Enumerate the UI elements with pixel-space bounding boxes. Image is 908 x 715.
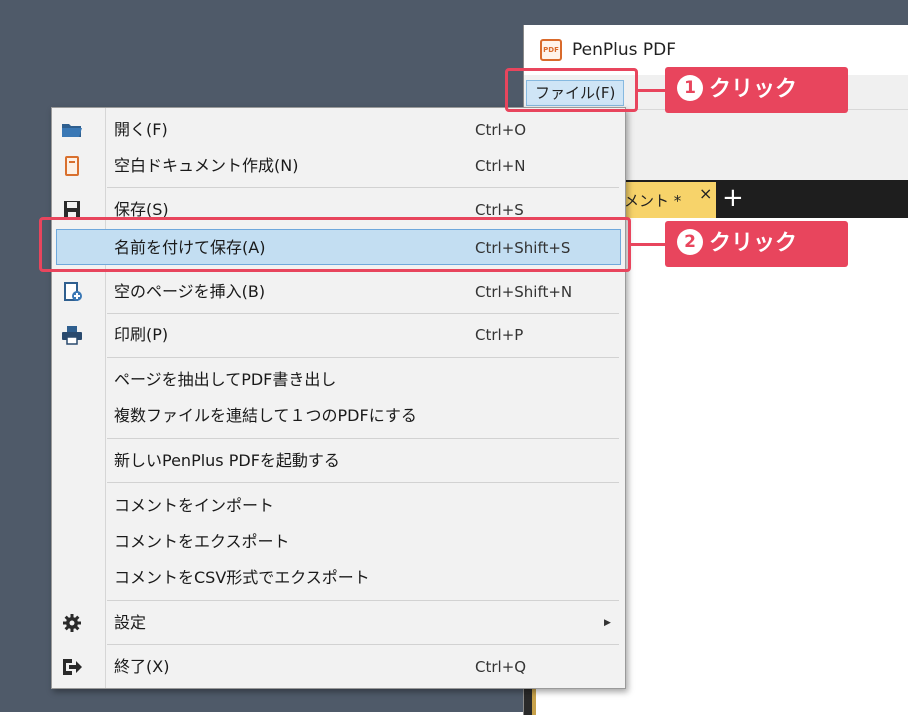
menu-item-open[interactable]: 開く(F) Ctrl+O (52, 112, 625, 148)
menu-item-launch-new[interactable]: 新しいPenPlus PDFを起動する (52, 443, 625, 479)
menu-item-shortcut: Ctrl+Shift+N (475, 283, 573, 301)
menu-item-label: 空白ドキュメント作成(N) (114, 156, 299, 175)
step2-callout: 2 クリック (665, 221, 848, 267)
menu-separator (107, 357, 619, 358)
insert-page-icon (61, 282, 83, 302)
exit-icon (61, 657, 83, 677)
menu-item-label: コメントをCSV形式でエクスポート (114, 568, 370, 587)
menu-item-export-comments-csv[interactable]: コメントをCSV形式でエクスポート (52, 560, 625, 596)
tab-close-icon[interactable]: × (699, 184, 712, 204)
menu-item-label: 終了(X) (114, 657, 170, 676)
document-tab-label: メント * (624, 192, 682, 210)
menu-item-extract-pages[interactable]: ページを抽出してPDF書き出し (52, 362, 625, 398)
menu-item-insert-page[interactable]: 空のページを挿入(B) Ctrl+Shift+N (52, 274, 625, 310)
printer-icon (61, 325, 83, 345)
menu-item-label: 新しいPenPlus PDFを起動する (114, 451, 340, 470)
step1-callout-text: クリック (709, 77, 798, 102)
step1-number-badge: 1 (677, 75, 703, 101)
submenu-arrow-icon: ▶ (604, 618, 611, 628)
menu-item-print[interactable]: 印刷(P) Ctrl+P (52, 317, 625, 353)
pdf-logo-icon: PDF (540, 39, 562, 61)
menu-item-label: コメントをエクスポート (114, 532, 290, 551)
menu-item-shortcut: Ctrl+Q (475, 658, 527, 676)
menu-separator (107, 644, 619, 645)
step2-highlight-box (39, 217, 631, 272)
menu-separator (107, 482, 619, 483)
step2-connector-line (631, 243, 666, 246)
step1-callout: 1 クリック (665, 67, 848, 113)
menu-item-import-comments[interactable]: コメントをインポート (52, 488, 625, 524)
menu-item-label: ページを抽出してPDF書き出し (114, 370, 337, 389)
add-tab-icon[interactable]: + (722, 182, 744, 214)
window-title: PenPlus PDF (572, 40, 677, 60)
menu-item-label: 印刷(P) (114, 325, 169, 344)
menu-item-exit[interactable]: 終了(X) Ctrl+Q (52, 649, 625, 685)
menu-item-new-document[interactable]: 空白ドキュメント作成(N) Ctrl+N (52, 148, 625, 184)
menu-separator (107, 600, 619, 601)
menu-item-export-comments[interactable]: コメントをエクスポート (52, 524, 625, 560)
menu-item-shortcut: Ctrl+N (475, 157, 526, 175)
menu-item-label: 開く(F) (114, 120, 168, 139)
step2-number-badge: 2 (677, 229, 703, 255)
menu-item-shortcut: Ctrl+O (475, 121, 527, 139)
step2-callout-text: クリック (709, 231, 798, 256)
menu-item-settings[interactable]: 設定 ▶ (52, 605, 625, 641)
step1-highlight-box (505, 68, 638, 112)
step1-connector-line (638, 89, 666, 92)
menu-separator (107, 313, 619, 314)
menu-item-label: コメントをインポート (114, 496, 275, 515)
file-menu-dropdown: 開く(F) Ctrl+O 空白ドキュメント作成(N) Ctrl+N 保存(S) … (51, 107, 626, 689)
gear-icon (61, 613, 83, 633)
menu-separator (107, 187, 619, 188)
menu-item-label: 複数ファイルを連結して１つのPDFにする (114, 406, 417, 425)
menu-item-shortcut: Ctrl+P (475, 326, 524, 344)
menu-item-label: 設定 (114, 613, 147, 632)
folder-open-icon (61, 120, 83, 140)
new-document-icon (61, 156, 83, 176)
menu-item-merge-files[interactable]: 複数ファイルを連結して１つのPDFにする (52, 398, 625, 434)
menu-separator (107, 438, 619, 439)
menu-item-label: 空のページを挿入(B) (114, 282, 266, 301)
